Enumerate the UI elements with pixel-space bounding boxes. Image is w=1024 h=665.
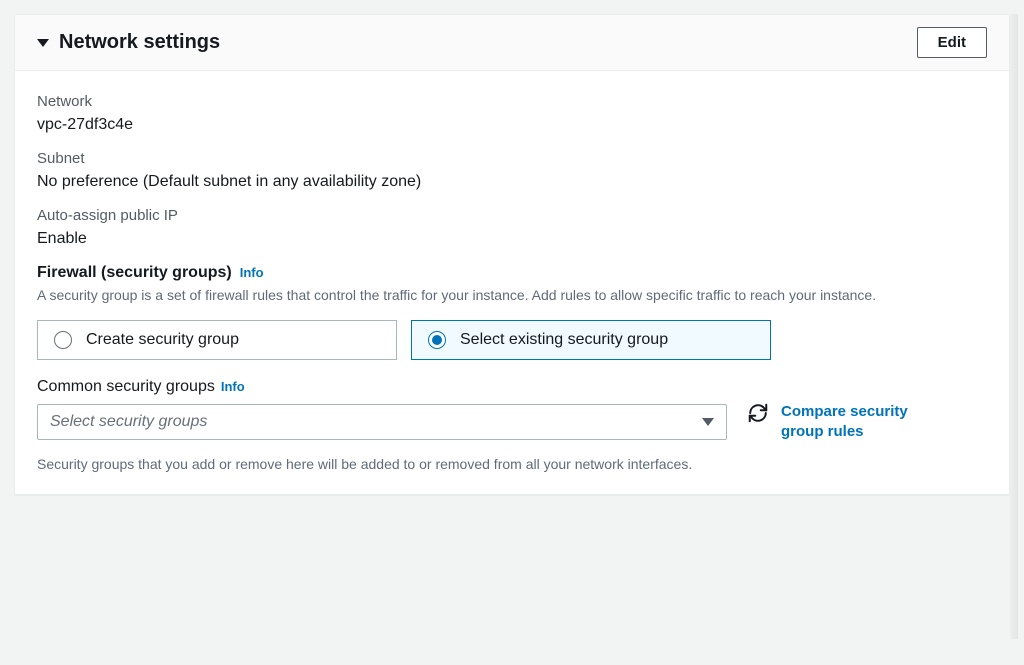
option-select-label: Select existing security group <box>460 331 668 349</box>
option-create-label: Create security group <box>86 331 239 349</box>
common-sg-label: Common security groups <box>37 378 215 396</box>
subnet-label: Subnet <box>37 150 987 167</box>
common-sg-helper: Security groups that you add or remove h… <box>37 456 987 472</box>
radio-selected-icon <box>428 331 446 349</box>
page-root: Network settings Edit Network vpc-27df3c… <box>0 0 1024 665</box>
panel-header: Network settings Edit <box>15 15 1009 71</box>
firewall-options: Create security group Select existing se… <box>37 320 987 360</box>
compare-security-group-rules-link[interactable]: Compare security group rules <box>781 402 931 443</box>
network-label: Network <box>37 93 987 110</box>
common-sg-row: Select security groups Compare security … <box>37 402 987 443</box>
network-value: vpc-27df3c4e <box>37 116 987 134</box>
firewall-description: A security group is a set of firewall ru… <box>37 286 957 306</box>
option-create-security-group[interactable]: Create security group <box>37 320 397 360</box>
auto-assign-ip-value: Enable <box>37 230 987 248</box>
security-groups-select[interactable]: Select security groups <box>37 404 727 440</box>
refresh-icon[interactable] <box>747 402 769 424</box>
security-groups-placeholder: Select security groups <box>50 413 207 431</box>
common-sg-info-link[interactable]: Info <box>221 379 245 394</box>
auto-assign-ip-label: Auto-assign public IP <box>37 207 987 224</box>
common-sg-label-row: Common security groups Info <box>37 378 987 396</box>
subnet-value: No preference (Default subnet in any ava… <box>37 173 987 191</box>
panel-header-toggle[interactable]: Network settings <box>37 31 220 54</box>
caret-down-icon <box>37 39 49 47</box>
option-select-existing-security-group[interactable]: Select existing security group <box>411 320 771 360</box>
radio-icon <box>54 331 72 349</box>
compare-wrap: Compare security group rules <box>747 402 931 443</box>
firewall-info-link[interactable]: Info <box>240 265 264 280</box>
panel-title: Network settings <box>59 31 220 54</box>
edit-button[interactable]: Edit <box>917 27 987 58</box>
panel-body: Network vpc-27df3c4e Subnet No preferenc… <box>15 71 1009 494</box>
firewall-heading: Firewall (security groups) <box>37 264 232 282</box>
network-settings-panel: Network settings Edit Network vpc-27df3c… <box>14 14 1010 495</box>
chevron-down-icon <box>702 418 714 426</box>
firewall-heading-row: Firewall (security groups) Info <box>37 264 987 282</box>
